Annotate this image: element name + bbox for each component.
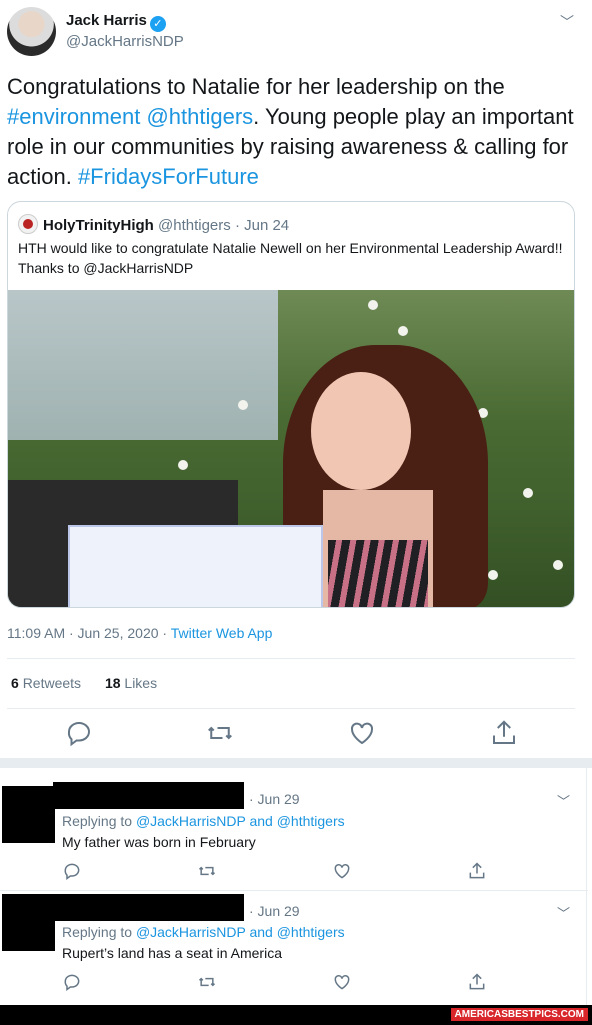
redacted-name xyxy=(53,894,244,921)
tweet-text: Congratulations to Natalie for her leade… xyxy=(7,72,582,192)
column-border xyxy=(586,768,587,1008)
quote-date: · Jun 24 xyxy=(234,217,290,234)
like-icon[interactable] xyxy=(332,972,352,992)
quote-handle: @hthtigers xyxy=(158,217,231,234)
retweets-label: Retweets xyxy=(22,675,82,691)
photo-flower xyxy=(523,488,533,498)
author-name[interactable]: Jack Harris ✓ xyxy=(66,12,166,32)
photo-flower xyxy=(398,326,408,336)
replying-prefix: Replying to xyxy=(62,924,136,940)
retweet-icon[interactable] xyxy=(205,718,235,748)
likes-label: Likes xyxy=(124,675,158,691)
redacted-avatar xyxy=(2,786,55,843)
like-icon[interactable] xyxy=(332,861,352,881)
reply-text: Rupert’s land has a seat in America xyxy=(62,945,282,961)
quote-photo[interactable] xyxy=(8,290,574,607)
photo-flower xyxy=(488,570,498,580)
verified-icon: ✓ xyxy=(149,16,166,32)
reply-actions xyxy=(0,972,592,992)
reply-date[interactable]: · Jun 29 xyxy=(249,903,300,919)
replying-mentions[interactable]: @JackHarrisNDP and @hthtigers xyxy=(136,924,345,940)
like-icon[interactable] xyxy=(347,718,377,748)
likes-stat[interactable]: 18 Likes xyxy=(105,675,157,691)
retweets-count: 6 xyxy=(11,675,19,691)
replying-to: Replying to @JackHarrisNDP and @hthtiger… xyxy=(62,813,345,829)
timestamp-text[interactable]: 11:09 AM · Jun 25, 2020 · xyxy=(7,625,171,641)
photo-flower xyxy=(178,460,188,470)
tweet-stats: 6 Retweets 18 Likes xyxy=(11,675,157,691)
reply-text: My father was born in February xyxy=(62,834,256,850)
reply-icon[interactable] xyxy=(62,861,82,881)
quoted-tweet[interactable]: HolyTrinityHigh @hthtigers · Jun 24 HTH … xyxy=(7,201,575,608)
share-icon[interactable] xyxy=(467,861,487,881)
retweets-stat[interactable]: 6 Retweets xyxy=(11,675,81,691)
reply-tweet[interactable]: · Jun 29 ﹀ Replying to @JackHarrisNDP an… xyxy=(0,768,592,890)
photo-flower xyxy=(553,560,563,570)
photo-background xyxy=(8,290,278,440)
redacted-avatar xyxy=(2,894,55,951)
author-avatar[interactable] xyxy=(7,7,56,56)
chevron-down-icon[interactable]: ﹀ xyxy=(557,791,570,810)
photo-person-top xyxy=(328,540,428,607)
share-icon[interactable] xyxy=(467,972,487,992)
main-tweet: Jack Harris ✓ @JackHarrisNDP ﹀ Congratula… xyxy=(0,0,592,760)
quote-text: HTH would like to congratulate Natalie N… xyxy=(18,240,563,276)
divider xyxy=(7,658,575,659)
quote-author-name: HolyTrinityHigh xyxy=(43,217,154,234)
photo-flower xyxy=(238,400,248,410)
photo-person-face xyxy=(311,372,411,490)
replying-to: Replying to @JackHarrisNDP and @hthtiger… xyxy=(62,924,345,940)
divider xyxy=(7,708,575,709)
hashtag-fridaysforfuture[interactable]: #FridaysForFuture xyxy=(78,164,259,189)
watermark: AMERICASBESTPICS.COM xyxy=(450,1008,588,1021)
reply-date[interactable]: · Jun 29 xyxy=(249,791,300,807)
hashtag-environment[interactable]: #environment xyxy=(7,104,140,129)
retweet-icon[interactable] xyxy=(197,861,217,881)
replying-mentions[interactable]: @JackHarrisNDP and @hthtigers xyxy=(136,813,345,829)
photo-certificate xyxy=(68,525,323,607)
redacted-name xyxy=(53,782,244,809)
replying-prefix: Replying to xyxy=(62,813,136,829)
likes-count: 18 xyxy=(104,675,121,691)
tweet-actions xyxy=(0,718,592,748)
reply-tweet[interactable]: · Jun 29 ﹀ Replying to @JackHarrisNDP an… xyxy=(0,891,592,1005)
quote-avatar xyxy=(18,214,38,234)
tweet-timestamp: 11:09 AM · Jun 25, 2020 · Twitter Web Ap… xyxy=(7,625,272,641)
author-handle[interactable]: @JackHarrisNDP xyxy=(66,33,184,50)
footer-bar: AMERICASBESTPICS.COM xyxy=(0,1005,592,1025)
mention-hthtigers[interactable]: @hthtigers xyxy=(146,104,253,129)
reply-actions xyxy=(0,861,592,881)
reply-icon[interactable] xyxy=(64,718,94,748)
tweet-source[interactable]: Twitter Web App xyxy=(171,625,273,641)
section-gap xyxy=(0,758,592,768)
quote-header: HolyTrinityHigh @hthtigers · Jun 24 xyxy=(18,214,289,234)
photo-flower xyxy=(368,300,378,310)
chevron-down-icon[interactable]: ﹀ xyxy=(557,903,570,922)
author-name-text[interactable]: Jack Harris xyxy=(66,12,147,29)
share-icon[interactable] xyxy=(489,718,519,748)
chevron-down-icon[interactable]: ﹀ xyxy=(560,12,574,32)
reply-icon[interactable] xyxy=(62,972,82,992)
retweet-icon[interactable] xyxy=(197,972,217,992)
tweet-text-part: Congratulations to Natalie for her leade… xyxy=(7,74,505,99)
